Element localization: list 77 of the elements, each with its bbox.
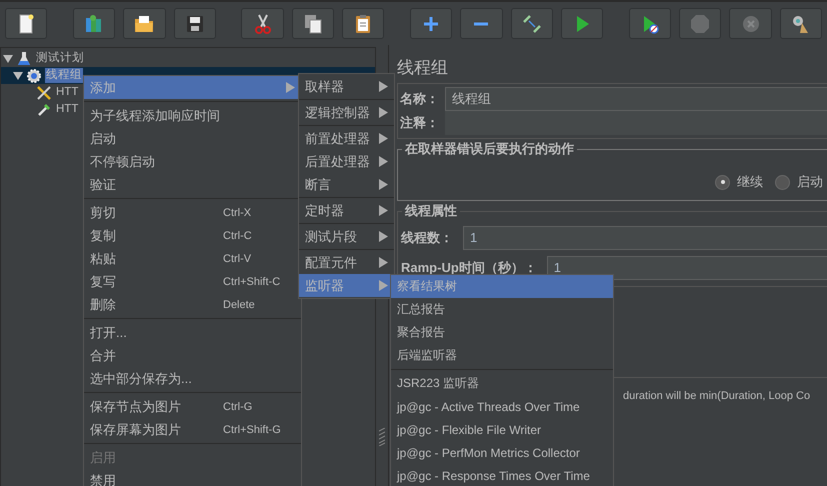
gear-icon [26,68,42,84]
menu-item[interactable]: jp@gc - Active Threads Over Time [391,395,613,418]
minus-icon [473,22,490,26]
submenu-arrow-icon [379,156,388,167]
toolbar-button[interactable] [241,8,284,39]
menu-item[interactable]: 启动 [84,127,301,150]
menu-item[interactable]: 定时器 [299,199,394,222]
expand-toggle-icon[interactable] [13,70,23,80]
menu-item[interactable]: 不停顿启动 [84,150,301,173]
menu-item[interactable]: 汇总报告 [391,298,613,321]
submenu-arrow-icon [379,133,388,144]
tree-item[interactable]: HTT [55,102,80,117]
submenu-arrow-icon [379,107,388,118]
submenu-arrow-icon [379,179,388,190]
menu-item[interactable]: 粘贴 Ctrl-V [84,247,301,270]
toolbar-button[interactable] [174,8,216,39]
name-field[interactable]: 线程组 [445,87,827,111]
toolbar-button[interactable] [292,8,334,39]
toolbar-button[interactable] [5,8,48,39]
group-title: 线程属性 [402,203,460,219]
submenu-arrow-icon [379,231,388,242]
expand-toggle-icon[interactable] [3,54,13,64]
menu-item[interactable]: 保存屏幕为图片 Ctrl+Shift-G [84,418,301,441]
tree-item[interactable]: HTT [55,85,80,100]
field-label: 名称： [400,90,439,108]
menu-item[interactable]: 剪切 Ctrl-X [84,201,301,224]
field-label: 注释： [400,114,439,132]
splitter-grip-icon[interactable] [379,428,385,446]
menu-item[interactable]: jp@gc - PerfMon Metrics Collector [391,441,613,464]
menu-item[interactable]: 保存节点为图片 Ctrl-G [84,395,301,418]
wrench-icon [36,84,52,100]
menu-item[interactable]: 合并 [84,344,301,367]
submenu-arrow-icon [379,257,388,268]
radio-label: 启动 [797,173,823,191]
menu-item[interactable]: 打开... [84,321,301,344]
flask-icon [16,50,32,66]
input-field[interactable]: 1 [463,226,827,250]
menu-item[interactable]: 测试片段 [299,225,394,248]
note-text: duration will be min(Duration, Loop Co [623,390,812,402]
menu-item[interactable]: 禁用 [84,469,301,486]
menu-item[interactable]: JSR223 监听器 [391,372,613,395]
group-title: 在取样器错误后要执行的动作 [402,141,577,157]
submenu-arrow-icon [286,82,295,93]
tree-item[interactable]: 测试计划 [35,51,85,66]
menu-item[interactable]: 删除 Delete [84,293,301,316]
panel-title: 线程组 [397,57,449,79]
menu-item[interactable]: jp@gc - Response Times Over Time [391,464,613,486]
menu-item[interactable]: 前置处理器 [299,127,394,150]
menu-item[interactable]: 后置处理器 [299,150,394,173]
comment-field[interactable] [445,111,827,135]
toolbar-button[interactable] [780,8,822,39]
toolbar-button[interactable] [510,8,553,39]
menu-item[interactable]: 配置元件 [299,251,394,274]
menu-item[interactable]: 选中部分保存为... [84,367,301,390]
menu-item[interactable]: 断言 [299,173,394,196]
menu-item[interactable]: 复制 Ctrl-C [84,224,301,247]
menu-item[interactable]: 后端监听器 [391,344,613,367]
menu-item[interactable]: 验证 [84,173,301,196]
menu-item[interactable]: 为子线程添加响应时间 [84,104,301,127]
submenu-arrow-icon [379,280,388,291]
stop-sign-icon [689,12,712,34]
radio-label: 继续 [737,173,763,191]
input-field[interactable]: 1 [546,256,827,280]
field-label: Ramp-Up时间（秒）： [401,259,537,277]
toolbar-button[interactable] [123,8,166,39]
menu-item[interactable]: 复写 Ctrl+Shift-C [84,270,301,293]
radio-button[interactable] [715,174,730,190]
field-label: 线程数： [401,229,453,247]
menu-item[interactable]: 逻辑控制器 [299,101,394,124]
submenu-arrow-icon [379,81,388,92]
toolbar-button[interactable] [342,8,384,39]
menu-item[interactable]: 取样器 [299,75,394,98]
pipette-icon [36,102,52,118]
submenu-arrow-icon [379,205,388,216]
radio-button[interactable] [775,174,790,190]
menu-item[interactable]: jp@gc - Flexible File Writer [391,418,613,441]
menu-item[interactable]: 聚合报告 [391,321,613,344]
